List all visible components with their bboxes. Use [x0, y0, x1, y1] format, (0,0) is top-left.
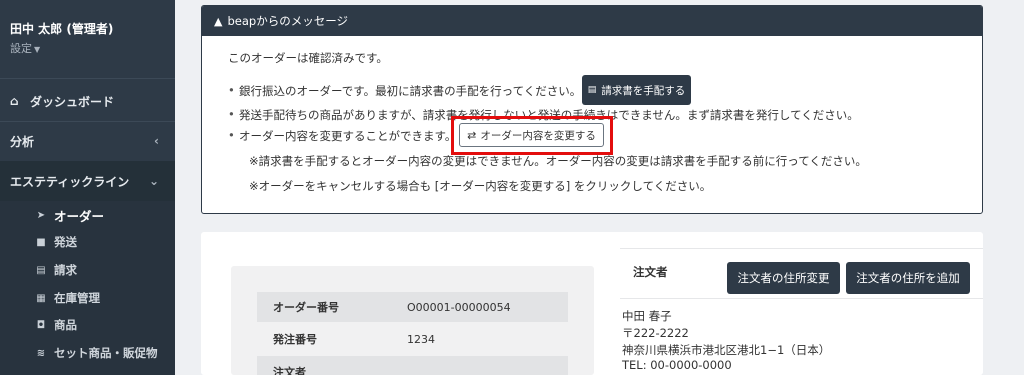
- chevron-down-icon: ⌄: [148, 174, 159, 188]
- caret-down-icon: ▼: [34, 45, 41, 54]
- table-row: 注文者: [257, 356, 568, 375]
- order-detail-card: オーダー番号 O00001-00000054 発注番号 1234 注文者 注文者…: [201, 232, 983, 375]
- message-title: beapからのメッセージ: [227, 14, 348, 28]
- row-key: 発注番号: [273, 333, 317, 346]
- settings-dropdown[interactable]: 設定 ▼: [10, 40, 40, 56]
- sidebar-item-esthetic-line[interactable]: エステティックライン ⌄: [0, 161, 175, 201]
- sidebar-item-sets-promos[interactable]: ≋ セット商品・販促物: [0, 339, 175, 367]
- row-key: オーダー番号: [273, 301, 339, 314]
- sidebar-item-label: セット商品・販促物: [54, 346, 158, 360]
- chevron-left-icon: ‹: [154, 134, 159, 148]
- note-cancel: ※オーダーをキャンセルする場合も [オーダー内容を変更する] をクリックしてくだ…: [249, 179, 712, 193]
- orderer-street: 神奈川県横浜市港北区港北1−1（日本）: [622, 343, 831, 357]
- table-row: オーダー番号 O00001-00000054: [257, 292, 568, 322]
- document-icon: ▤: [36, 264, 46, 276]
- sidebar-item-order[interactable]: ➤ オーダー: [0, 201, 175, 229]
- sidebar-item-label: 発送: [54, 235, 77, 249]
- shopping-bag-icon: ◘: [36, 319, 46, 331]
- change-orderer-address-button[interactable]: 注文者の住所変更: [727, 262, 840, 294]
- layers-icon: ≋: [36, 347, 46, 359]
- sidebar-item-shipping[interactable]: ■ 発送: [0, 228, 175, 256]
- sidebar-item-dashboard[interactable]: ⌂ ダッシュボード: [0, 81, 175, 121]
- table-row: 発注番号 1234: [257, 324, 568, 354]
- divider: [620, 248, 983, 249]
- orderer-name: 中田 春子: [622, 309, 672, 323]
- orderer-tel: TEL: 00-0000-0000: [622, 358, 732, 372]
- document-icon: ▤: [587, 85, 597, 95]
- sidebar-item-products[interactable]: ◘ 商品: [0, 311, 175, 339]
- bank-transfer-text: 銀行振込のオーダーです。最初に請求書の手配を行ってください。: [228, 83, 581, 99]
- arrange-invoice-label: 請求書を手配する: [601, 84, 686, 97]
- paper-plane-icon: ➤: [36, 209, 46, 221]
- sidebar-item-label: 在庫管理: [54, 291, 100, 305]
- order-info-box: オーダー番号 O00001-00000054 発注番号 1234 注文者: [231, 266, 594, 375]
- change-order-label: オーダー内容を変更する: [480, 129, 596, 142]
- warning-icon: ▲: [214, 14, 223, 28]
- message-header: ▲ beapからのメッセージ: [202, 6, 982, 36]
- row-key: 注文者: [273, 366, 306, 375]
- row-value: O00001-00000054: [407, 300, 511, 314]
- orderer-title: 注文者: [633, 265, 668, 279]
- can-change-text: オーダー内容を変更することができます。: [228, 128, 456, 144]
- submenu: ➤ オーダー ■ 発送 ▤ 請求 ▦ 在庫管理 ◘ 商品 ≋ セット商品・販促物: [0, 201, 175, 375]
- inventory-icon: ▦: [36, 292, 46, 304]
- sidebar-item-label: 分析: [10, 134, 35, 149]
- note-invoice-lock: ※請求書を手配するとオーダー内容の変更はできません。オーダー内容の変更は請求書を…: [249, 154, 867, 168]
- row-value: 1234: [407, 332, 435, 346]
- orderer-postal-code: 〒222-2222: [622, 326, 689, 340]
- sidebar-item-label: 請求: [54, 263, 77, 277]
- home-icon: ⌂: [10, 94, 19, 108]
- sidebar-item-label: ダッシュボード: [30, 94, 115, 109]
- sidebar-item-inventory[interactable]: ▦ 在庫管理: [0, 284, 175, 312]
- swap-arrows-icon: ⇄: [467, 128, 477, 142]
- add-orderer-address-button[interactable]: 注文者の住所を追加: [846, 262, 970, 294]
- truck-icon: ■: [36, 236, 46, 248]
- user-name: 田中 太郎 (管理者): [10, 22, 114, 36]
- beap-message-panel: ▲ beapからのメッセージ このオーダーは確認済みです。 銀行振込のオーダーで…: [201, 5, 983, 214]
- sidebar-item-billing[interactable]: ▤ 請求: [0, 256, 175, 284]
- sidebar-divider: [0, 78, 175, 79]
- sidebar-item-analytics[interactable]: 分析 ‹: [0, 121, 175, 161]
- settings-label: 設定: [10, 42, 32, 55]
- arrange-invoice-button[interactable]: ▤ 請求書を手配する: [582, 75, 691, 105]
- divider: [620, 298, 983, 299]
- sidebar-item-label: オーダー: [54, 208, 105, 224]
- sidebar-item-label: エステティックライン: [10, 174, 130, 189]
- confirmed-text: このオーダーは確認済みです。: [228, 51, 388, 65]
- sidebar: 田中 太郎 (管理者) 設定 ▼ ⌂ ダッシュボード 分析 ‹ エステティックライ…: [0, 0, 175, 375]
- sidebar-item-label: 商品: [54, 318, 77, 332]
- change-order-button[interactable]: ⇄ オーダー内容を変更する: [459, 123, 604, 147]
